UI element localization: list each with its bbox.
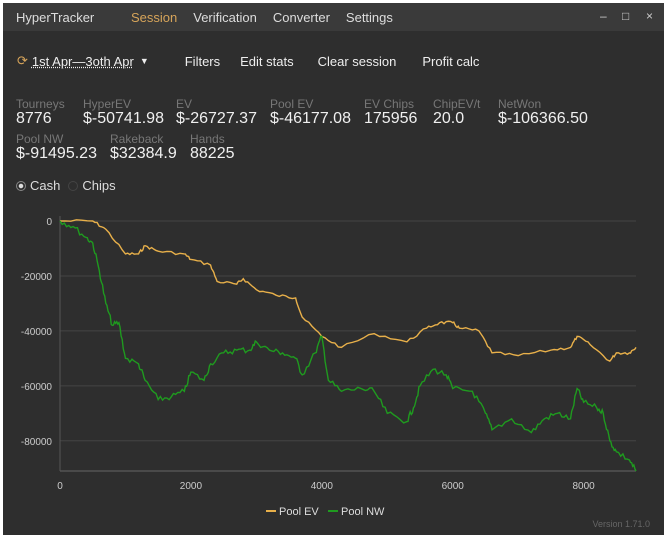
stat-value: $-46177.08 bbox=[270, 110, 351, 127]
radio-chips[interactable] bbox=[68, 180, 79, 191]
stat-label: ChipEV/t bbox=[433, 97, 481, 111]
tab-verification[interactable]: Verification bbox=[193, 10, 257, 25]
y-tick-label: -40000 bbox=[21, 327, 53, 338]
stat-label: Hands bbox=[190, 132, 225, 146]
tab-settings[interactable]: Settings bbox=[346, 10, 393, 25]
legend-label: Pool NW bbox=[341, 506, 385, 518]
stat-label: Tourneys bbox=[16, 97, 65, 111]
stat-pool-ev: Pool EV $-46177.08 bbox=[270, 97, 351, 128]
date-range-dropdown[interactable]: 1st Apr—3oth Apr bbox=[32, 54, 134, 69]
chevron-down-icon[interactable]: ▼ bbox=[140, 56, 149, 66]
stat-ev: EV $-26727.37 bbox=[176, 97, 257, 128]
radio-chips-label[interactable]: Chips bbox=[82, 178, 115, 193]
stat-label: EV Chips bbox=[364, 97, 415, 111]
app-title: HyperTracker bbox=[16, 9, 95, 25]
refresh-icon[interactable]: ⟳ bbox=[17, 53, 28, 69]
close-button[interactable]: × bbox=[646, 9, 653, 23]
stat-value: $-50741.98 bbox=[83, 110, 164, 127]
stat-hyperev: HyperEV $-50741.98 bbox=[83, 97, 164, 128]
stat-value: $-91495.23 bbox=[16, 145, 97, 162]
profit-calc-button[interactable]: Profit calc bbox=[422, 54, 479, 69]
stat-hands: Hands 88225 bbox=[190, 132, 235, 163]
clear-session-button[interactable]: Clear session bbox=[318, 54, 397, 69]
maximize-button[interactable]: □ bbox=[622, 9, 629, 23]
stat-ev-chips: EV Chips 175956 bbox=[364, 97, 417, 128]
y-tick-label: -20000 bbox=[21, 272, 53, 283]
x-tick-label: 4000 bbox=[311, 481, 334, 492]
stat-value: 175956 bbox=[364, 110, 418, 127]
stat-tourneys: Tourneys 8776 bbox=[16, 97, 65, 128]
filters-button[interactable]: Filters bbox=[185, 54, 220, 69]
y-tick-label: -80000 bbox=[21, 437, 53, 448]
stat-label: EV bbox=[176, 97, 193, 111]
legend-label: Pool EV bbox=[279, 506, 319, 518]
stat-value: 88225 bbox=[190, 145, 235, 162]
stat-value: 20.0 bbox=[433, 110, 465, 127]
x-tick-label: 0 bbox=[57, 481, 63, 492]
stat-rakeback: Rakeback $32384.9 bbox=[110, 132, 177, 163]
profit-chart: 0 -20000 -40000 -60000 -80000 0 2000 4000 6000 80… bbox=[21, 216, 637, 518]
tab-session[interactable]: Session bbox=[131, 10, 177, 25]
x-tick-label: 8000 bbox=[573, 481, 596, 492]
stat-value: $32384.9 bbox=[110, 145, 177, 162]
y-tick-label: -60000 bbox=[21, 382, 53, 393]
app-window: HyperTracker Session Verification Conver… bbox=[3, 3, 664, 535]
mode-radio-group: Cash Chips bbox=[16, 178, 116, 193]
stat-label: Pool EV bbox=[270, 97, 314, 111]
x-tick-label: 6000 bbox=[442, 481, 465, 492]
toolbar: ⟳ 1st Apr—3oth Apr ▼ Filters Edit stats … bbox=[17, 53, 479, 69]
stat-label: Rakeback bbox=[110, 132, 164, 146]
tab-converter[interactable]: Converter bbox=[273, 10, 330, 25]
edit-stats-button[interactable]: Edit stats bbox=[240, 54, 293, 69]
minimize-button[interactable]: – bbox=[600, 9, 607, 23]
stat-label: HyperEV bbox=[83, 97, 132, 111]
stat-label: Pool NW bbox=[16, 132, 64, 146]
x-tick-label: 2000 bbox=[180, 481, 203, 492]
stat-label: NetWon bbox=[498, 97, 542, 111]
radio-cash[interactable] bbox=[16, 180, 26, 191]
series-line-pool-ev bbox=[59, 219, 637, 362]
version-label: Version 1.71.0 bbox=[592, 519, 650, 529]
radio-cash-label[interactable]: Cash bbox=[30, 178, 60, 193]
stat-value: 8776 bbox=[16, 110, 52, 127]
stat-value: $-106366.50 bbox=[498, 110, 588, 127]
stat-pool-nw: Pool NW $-91495.23 bbox=[16, 132, 97, 163]
title-bar: HyperTracker Session Verification Conver… bbox=[3, 3, 664, 31]
series-line-pool-nw bbox=[59, 220, 637, 472]
stat-value: $-26727.37 bbox=[176, 110, 257, 127]
stat-netwon: NetWon $-106366.50 bbox=[498, 97, 588, 128]
stat-chipev-t: ChipEV/t 20.0 bbox=[433, 97, 480, 128]
y-tick-label: 0 bbox=[46, 217, 52, 228]
